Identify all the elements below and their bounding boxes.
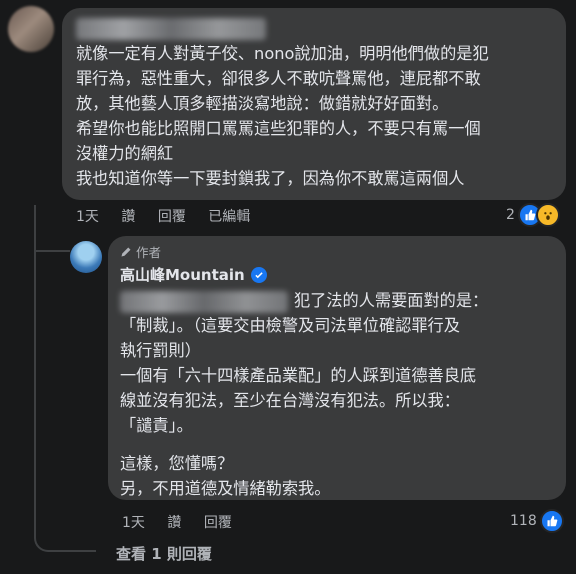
comment-edited-label: 已編輯 <box>208 209 251 225</box>
comment-bubble: 就像一定有人對黃子佼、nono說加油，明明他們做的是犯 罪行為，惡性重大，卻很多… <box>62 8 566 200</box>
reply-line: 「譴責」。 <box>120 416 193 435</box>
author-badge-label: 作者 <box>136 245 162 260</box>
reply-line: 另，不用道德及情緒勒索我。 <box>120 479 331 498</box>
comment-reactions[interactable]: 2 <box>506 203 560 227</box>
reply-reactions[interactable]: 118 <box>510 509 564 533</box>
reaction-count: 118 <box>510 513 537 529</box>
reply-author[interactable]: 高山峰Mountain <box>120 264 267 285</box>
reply-line: 這樣，您懂嗎？ <box>120 454 234 473</box>
comment-like-button[interactable]: 讚 <box>121 209 135 225</box>
comment-line: 沒權力的網紅 <box>76 144 174 163</box>
reply-line: 犯了法的人需要面對的是： <box>294 291 489 310</box>
comment-line: 放，其他藝人頂多輕描淡寫地說：做錯就好好面對。 <box>76 94 449 113</box>
view-replies-link[interactable]: 查看 1 則回覆 <box>116 543 212 564</box>
thread-line <box>34 205 36 533</box>
pencil-icon <box>121 247 131 256</box>
author-badge: 作者 <box>120 242 161 261</box>
comment-line: 希望你也能比照開口罵罵這些犯罪的人，不要只有罵一個 <box>76 119 481 138</box>
comment-reply-button[interactable]: 回覆 <box>158 209 186 225</box>
commenter-avatar[interactable] <box>8 6 54 52</box>
reply-reply-button[interactable]: 回覆 <box>204 515 232 531</box>
reply-line: 「制裁」。（這要交由檢警及司法單位確認罪行及 <box>120 316 460 335</box>
author-avatar[interactable] <box>70 241 102 273</box>
reply-line: 線並沒有犯法，至少在台灣沒有犯法。所以我： <box>120 391 460 410</box>
reply-line: 一個有「六十四樣產品業配」的人踩到道德善良底 <box>120 366 477 385</box>
reply-line: 執行罰則） <box>120 341 201 360</box>
reply-text: 犯了法的人需要面對的是： 「制裁」。（這要交由檢警及司法單位確認罪行及 執行罰則… <box>120 288 560 501</box>
reply-bubble: 作者 高山峰Mountain 犯了法的人需要面對的是： 「制裁」。（這要交由檢警… <box>108 236 566 500</box>
reply-time[interactable]: 1天 <box>122 515 145 531</box>
comment-text: 就像一定有人對黃子佼、nono說加油，明明他們做的是犯 罪行為，惡性重大，卻很多… <box>76 41 556 191</box>
verified-badge-icon <box>250 266 267 283</box>
like-icon <box>539 509 564 533</box>
reply-actions: 1天 讚 回覆 <box>122 512 250 532</box>
thread-connector <box>34 530 96 552</box>
comment-time[interactable]: 1天 <box>76 209 99 225</box>
comment-line: 我也知道你等一下要封鎖我了，因為你不敢罵這兩個人 <box>76 169 465 188</box>
commenter-name-redacted[interactable] <box>76 18 266 40</box>
wow-icon <box>535 203 560 227</box>
comment-actions: 1天 讚 回覆 已編輯 <box>76 206 268 226</box>
comment-line: 就像一定有人對黃子佼、nono說加油，明明他們做的是犯 <box>76 44 489 63</box>
thread-connector <box>34 250 70 252</box>
comment-line: 罪行為，惡性重大，卻很多人不敢吭聲罵他，連屁都不敢 <box>76 69 481 88</box>
reaction-count: 2 <box>506 207 515 223</box>
reply-like-button[interactable]: 讚 <box>167 515 181 531</box>
reply-author-name[interactable]: 高山峰Mountain <box>120 264 245 285</box>
